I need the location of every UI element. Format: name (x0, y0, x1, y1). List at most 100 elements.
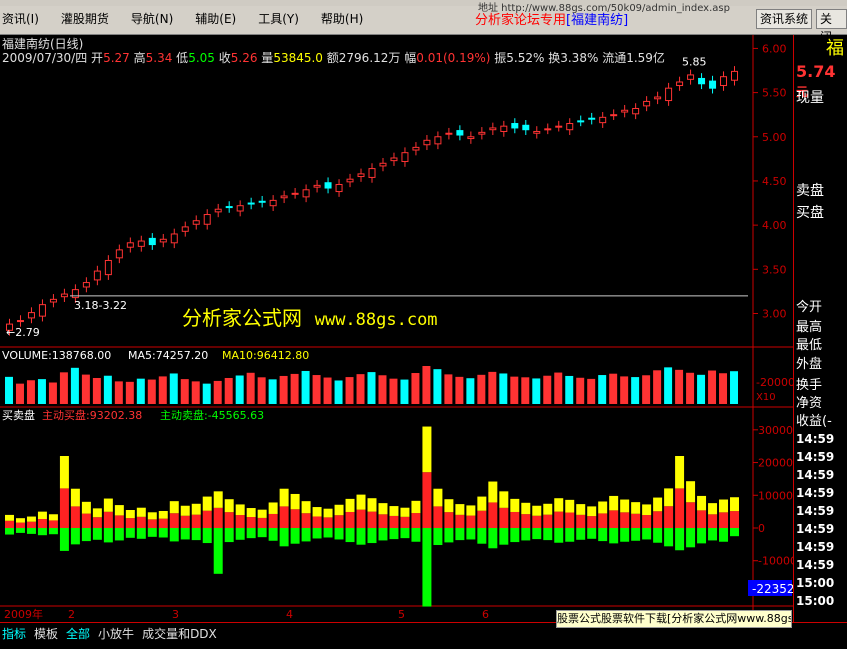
sell-bar (532, 528, 542, 540)
buy-bar-yellow (81, 501, 91, 514)
buy-bar-red (521, 514, 531, 528)
volume-bar (576, 377, 585, 404)
volume-bar (323, 377, 332, 404)
sell-bar (444, 528, 454, 543)
volume-bar (158, 376, 167, 404)
candle-body (478, 131, 486, 135)
sell-bar (653, 528, 663, 543)
buy-bar-yellow (598, 501, 608, 514)
buy-bar-yellow (532, 505, 542, 516)
candle-body (566, 123, 574, 131)
candle-body (269, 199, 277, 207)
candle-body (731, 70, 739, 81)
volume-bar (202, 383, 211, 404)
buy-bar-red (312, 516, 322, 528)
sell-bar (576, 528, 586, 540)
candle-body (522, 124, 530, 131)
buy-bar-red (37, 519, 47, 528)
sell-bar (81, 528, 91, 542)
tab-all[interactable]: 全部 (66, 625, 90, 642)
buy-bar-red (257, 517, 267, 528)
volume-bar (422, 366, 431, 404)
buy-bar-yellow (488, 481, 498, 503)
candle-body (137, 240, 145, 247)
buy-bar-yellow (378, 503, 388, 515)
buy-bar-red (631, 513, 641, 528)
candle-body (709, 80, 717, 89)
candle-body (643, 100, 651, 107)
sell-bar (675, 528, 685, 551)
candle-body (445, 132, 453, 135)
buy-bar-red (26, 521, 36, 528)
volume-bar (191, 381, 200, 404)
sell-bar (323, 528, 333, 538)
tab-indicator[interactable]: 指标 (2, 625, 26, 642)
price-tick-label: 4.00 (762, 219, 787, 232)
sell-bar (356, 528, 366, 545)
sell-bar (697, 528, 707, 544)
volume-bar (15, 383, 24, 404)
sell-bar (554, 528, 564, 543)
buy-bar-red (301, 513, 311, 528)
trade-tick-label: 0 (758, 522, 765, 535)
buy-bar-red (488, 502, 498, 528)
candle-body (720, 76, 728, 87)
sell-bar (730, 528, 739, 537)
volume-bar (686, 372, 695, 404)
volume-bar (499, 373, 508, 404)
tab-volume-ddx[interactable]: 成交量和DDX (142, 625, 217, 642)
candle-body (115, 249, 123, 259)
watermark: 分析家公式网 www.88gs.com (182, 302, 438, 331)
sell-bar (103, 528, 113, 543)
candle-body (313, 184, 321, 188)
buy-bar-red (59, 488, 69, 528)
buy-bar-yellow (180, 505, 190, 516)
buy-bar-red (246, 517, 256, 528)
sell-bar (466, 528, 476, 540)
buy-bar-red (103, 511, 113, 528)
candle-body (511, 123, 519, 129)
buy-bar-yellow (5, 514, 14, 521)
buy-bar-yellow (334, 504, 344, 516)
volume-bar (389, 378, 398, 404)
download-banner[interactable]: 股票公式股票软件下载[分析家公式网www.88gs.com] (556, 610, 792, 628)
candle-body (203, 214, 211, 225)
time-axis-label: 2009年 (4, 607, 43, 621)
sell-bar (59, 528, 69, 551)
buy-bar-yellow (70, 488, 80, 507)
volume-bar (103, 375, 112, 404)
buy-bar-red (169, 513, 179, 528)
candle-body (456, 130, 464, 136)
buy-bar-red (422, 472, 432, 528)
tab-xiaofangniu[interactable]: 小放牛 (98, 625, 134, 642)
volume-bar (5, 376, 13, 404)
buy-bar-yellow (730, 497, 739, 512)
buy-bar-yellow (565, 499, 575, 513)
candle-body (126, 242, 134, 248)
buy-bar-yellow (26, 516, 36, 522)
sell-bar (15, 528, 25, 533)
sell-bar (136, 528, 146, 539)
candle-body (192, 220, 200, 225)
buy-bar-red (554, 511, 564, 528)
volume-bar (180, 379, 189, 404)
label-low: 最低 (796, 338, 823, 353)
time-axis-label: 5 (398, 608, 405, 621)
sell-bar (400, 528, 410, 539)
tab-template[interactable]: 模板 (34, 625, 58, 642)
sell-bar (345, 528, 355, 543)
buy-bar-yellow (587, 506, 597, 517)
watermark-text: 分析家公式网 (182, 306, 302, 330)
sell-bar (499, 528, 509, 545)
volume-bar (257, 377, 266, 404)
buy-bar-yellow (301, 501, 311, 514)
buy-bar-yellow (609, 495, 619, 511)
tick-time: 14:59 (796, 558, 835, 572)
tick-time: 15:00 (796, 594, 835, 608)
high-marker: 5.85 (682, 56, 707, 69)
candle-body (291, 192, 299, 195)
candle-body (401, 152, 409, 163)
volume-bar (730, 371, 738, 404)
buy-bar-red (642, 515, 652, 528)
sell-bar (257, 528, 267, 538)
